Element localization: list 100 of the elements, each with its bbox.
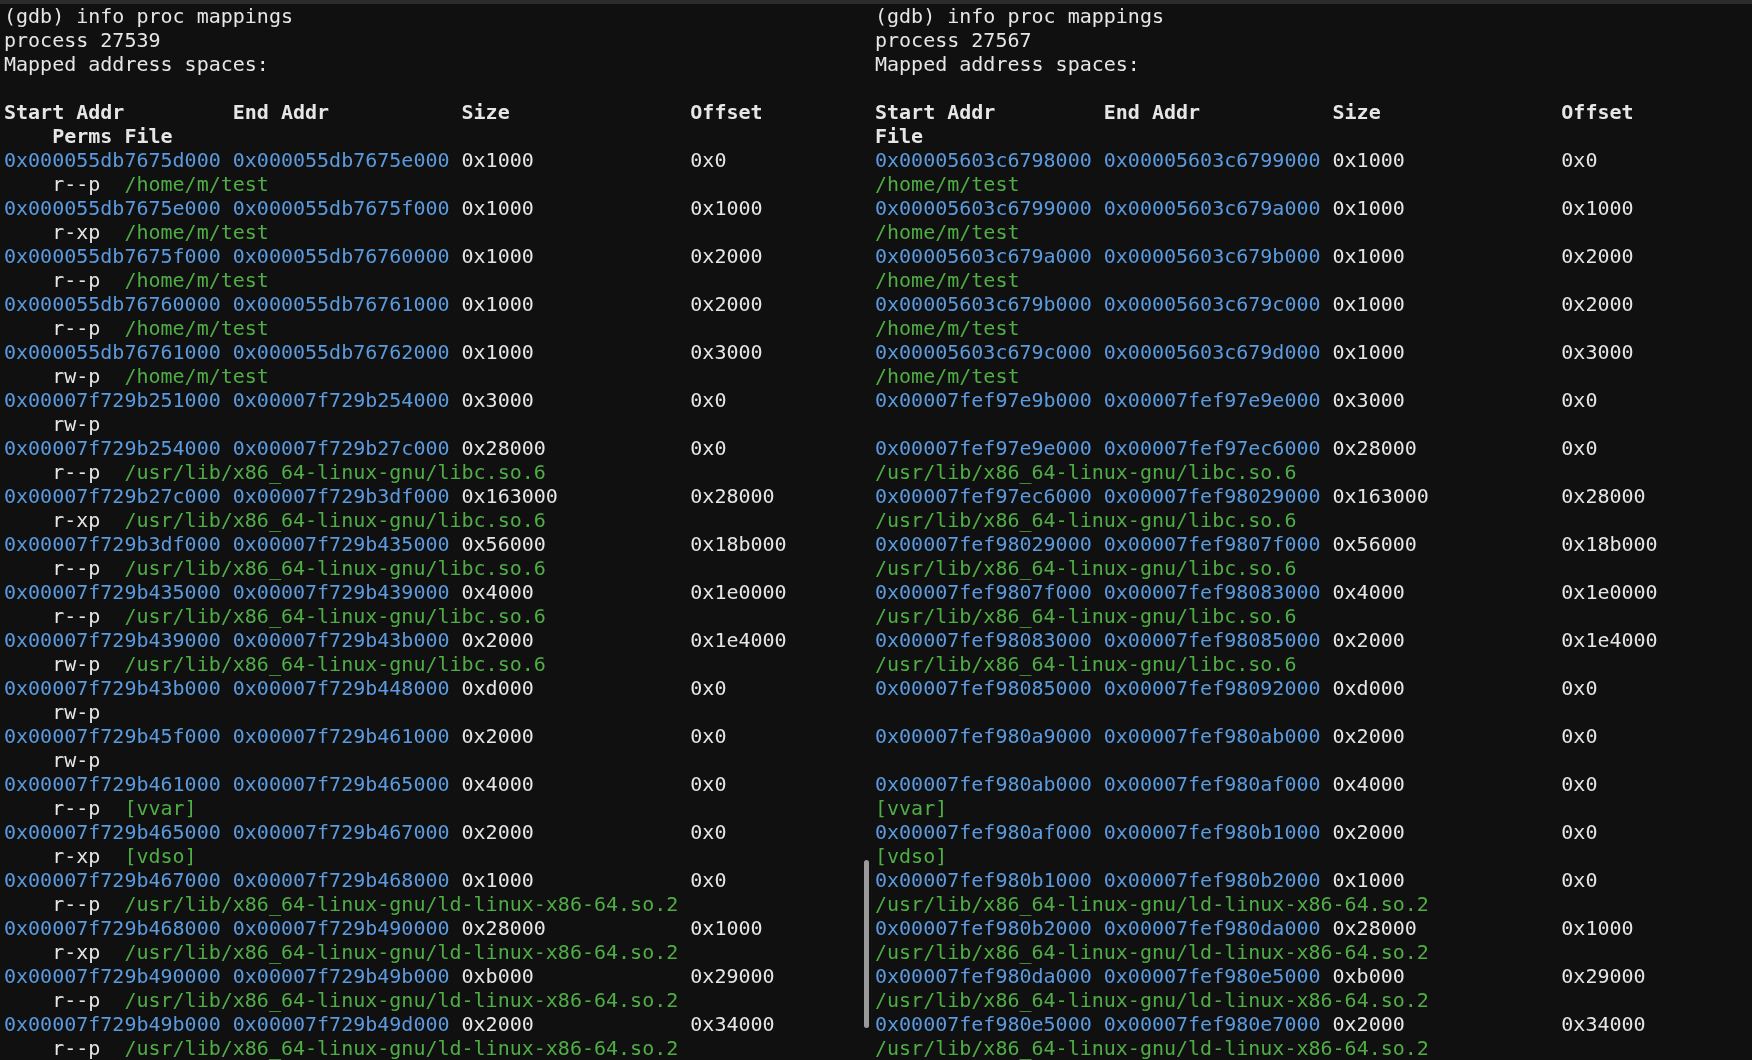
start-address: 0x00007fef97ec6000	[875, 484, 1092, 508]
size-value: 0x4000	[1332, 580, 1405, 604]
perms-value: rw-p	[52, 364, 101, 388]
file-path: /usr/lib/x86_64-linux-gnu/ld-linux-x86-64.so.2	[124, 892, 679, 916]
start-address: 0x00007f729b439000	[4, 628, 221, 652]
file-path: /usr/lib/x86_64-linux-gnu/ld-linux-x86-64.so.2	[875, 940, 1429, 964]
start-address: 0x00007f729b461000	[4, 772, 221, 796]
file-path: /usr/lib/x86_64-linux-gnu/libc.so.6	[124, 508, 546, 532]
offset-value: 0x1000	[1561, 196, 1634, 220]
size-value: 0xd000	[1332, 676, 1405, 700]
end-address: 0x00007f729b27c000	[232, 436, 450, 460]
start-address: 0x000055db7675f000	[4, 244, 221, 268]
size-value: 0x1000	[1332, 292, 1405, 316]
offset-value: 0x34000	[1561, 1012, 1646, 1036]
size-value: 0x2000	[461, 724, 534, 748]
end-address: 0x00005603c6799000	[1103, 148, 1321, 172]
end-address: 0x00007fef980ab000	[1103, 724, 1321, 748]
size-value: 0x3000	[461, 388, 534, 412]
start-address: 0x00007f729b3df000	[4, 532, 221, 556]
size-value: 0x2000	[461, 1012, 534, 1036]
offset-value: 0x29000	[690, 964, 775, 988]
column-header: File	[124, 124, 173, 148]
start-address: 0x00005603c679c000	[875, 340, 1092, 364]
perms-value: rw-p	[52, 652, 101, 676]
offset-value: 0x3000	[690, 340, 763, 364]
offset-value: 0x1e0000	[1561, 580, 1658, 604]
offset-value: 0x0	[1561, 820, 1598, 844]
offset-value: 0x28000	[690, 484, 775, 508]
start-address: 0x00007fef980da000	[875, 964, 1092, 988]
file-path: [vdso]	[124, 844, 197, 868]
start-address: 0x00005603c679a000	[875, 244, 1092, 268]
command-line: (gdb) info proc mappings	[4, 4, 293, 28]
size-value: 0x1000	[1332, 868, 1405, 892]
start-address: 0x00007fef9807f000	[875, 580, 1092, 604]
size-value: 0x2000	[461, 628, 534, 652]
offset-value: 0x29000	[1561, 964, 1646, 988]
scrollbar-thumb[interactable]	[864, 860, 869, 1028]
file-path: /usr/lib/x86_64-linux-gnu/libc.so.6	[124, 460, 546, 484]
column-header: End Addr	[232, 100, 331, 124]
file-path: [vvar]	[875, 796, 948, 820]
offset-value: 0x0	[690, 772, 727, 796]
file-path: /usr/lib/x86_64-linux-gnu/libc.so.6	[875, 556, 1297, 580]
perms-value: rw-p	[52, 748, 101, 772]
offset-value: 0x34000	[690, 1012, 775, 1036]
size-value: 0x1000	[1332, 244, 1405, 268]
column-header: Perms	[52, 124, 113, 148]
offset-value: 0x1000	[690, 196, 763, 220]
offset-value: 0x1e4000	[1561, 628, 1658, 652]
column-header: Offset	[1561, 100, 1634, 124]
size-value: 0x1000	[461, 340, 534, 364]
size-value: 0x3000	[1332, 388, 1405, 412]
file-path: /usr/lib/x86_64-linux-gnu/libc.so.6	[875, 652, 1297, 676]
start-address: 0x00007fef980b1000	[875, 868, 1092, 892]
end-address: 0x00005603c679a000	[1103, 196, 1321, 220]
start-address: 0x00007fef98085000	[875, 676, 1092, 700]
perms-value: r--p	[52, 1036, 101, 1060]
file-path: /usr/lib/x86_64-linux-gnu/libc.so.6	[124, 556, 546, 580]
start-address: 0x00007fef980b2000	[875, 916, 1092, 940]
end-address: 0x00007fef98083000	[1103, 580, 1321, 604]
size-value: 0x1000	[1332, 148, 1405, 172]
size-value: 0x1000	[1332, 196, 1405, 220]
column-header: Size	[1332, 100, 1382, 124]
size-value: 0xd000	[461, 676, 534, 700]
end-address: 0x00007f729b490000	[232, 916, 450, 940]
end-address: 0x00007fef97ec6000	[1103, 436, 1321, 460]
offset-value: 0x28000	[1561, 484, 1646, 508]
size-value: 0x28000	[461, 916, 546, 940]
perms-value: r-xp	[52, 508, 101, 532]
file-path: /home/m/test	[875, 364, 1020, 388]
offset-value: 0x0	[1561, 388, 1598, 412]
file-path: /usr/lib/x86_64-linux-gnu/ld-linux-x86-64.so.2	[875, 1036, 1429, 1060]
perms-value: r-xp	[52, 220, 101, 244]
output-line: process 27567	[875, 28, 1032, 52]
perms-value: r--p	[52, 316, 101, 340]
output-line: process 27539	[4, 28, 161, 52]
size-value: 0x1000	[461, 196, 534, 220]
end-address: 0x00007f729b465000	[232, 772, 450, 796]
perms-value: r--p	[52, 268, 101, 292]
start-address: 0x00007fef980a9000	[875, 724, 1092, 748]
size-value: 0x1000	[461, 292, 534, 316]
perms-value: r--p	[52, 460, 101, 484]
file-path: /home/m/test	[124, 364, 269, 388]
file-path: /usr/lib/x86_64-linux-gnu/libc.so.6	[875, 508, 1297, 532]
output-line: Mapped address spaces:	[875, 52, 1140, 76]
end-address: 0x000055db76761000	[232, 292, 450, 316]
file-path: /usr/lib/x86_64-linux-gnu/ld-linux-x86-64.so.2	[875, 988, 1429, 1012]
end-address: 0x00007fef98085000	[1103, 628, 1321, 652]
file-path: /usr/lib/x86_64-linux-gnu/ld-linux-x86-64.so.2	[124, 988, 679, 1012]
file-path: /home/m/test	[124, 316, 269, 340]
size-value: 0x163000	[1332, 484, 1429, 508]
offset-value: 0x1e4000	[690, 628, 787, 652]
start-address: 0x00007fef980ab000	[875, 772, 1092, 796]
end-address: 0x00007f729b461000	[232, 724, 450, 748]
start-address: 0x00007f729b468000	[4, 916, 221, 940]
offset-value: 0x3000	[1561, 340, 1634, 364]
perms-value: rw-p	[52, 412, 101, 436]
offset-value: 0x0	[690, 436, 727, 460]
size-value: 0x2000	[1332, 724, 1405, 748]
perms-value: rw-p	[52, 700, 101, 724]
size-value: 0x56000	[1332, 532, 1417, 556]
